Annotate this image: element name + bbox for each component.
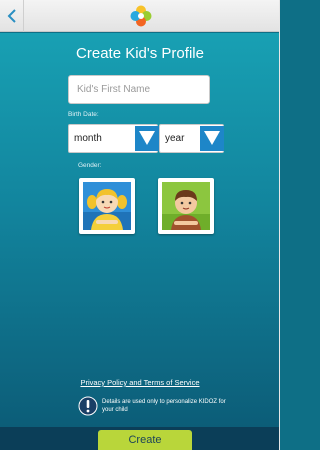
profile-form: Create Kid's Profile Birth Date: month y… — [0, 33, 280, 427]
first-name-input[interactable] — [68, 75, 210, 104]
top-bar — [0, 0, 280, 32]
triangle-down-icon — [139, 131, 155, 145]
gender-label: Gender: — [78, 162, 102, 169]
boy-gender-option[interactable] — [158, 178, 214, 234]
info-exclamation-icon — [78, 396, 98, 416]
scroll-edge — [279, 0, 280, 450]
privacy-note: Details are used only to personalize KID… — [102, 399, 226, 413]
bottom-bar: Create — [0, 427, 280, 450]
boy-avatar-icon — [162, 182, 210, 230]
privacy-policy-link[interactable]: Privacy Policy and Terms of Service — [0, 378, 280, 387]
year-value: year — [165, 133, 185, 144]
triangle-down-icon — [204, 131, 220, 145]
month-value: month — [74, 133, 102, 144]
kidoz-flower-logo — [130, 5, 152, 27]
year-dropdown-arrow[interactable] — [200, 126, 224, 151]
month-dropdown-arrow[interactable] — [135, 126, 159, 151]
month-select[interactable]: month — [68, 124, 159, 153]
page-title: Create Kid's Profile — [76, 45, 204, 62]
chevron-left-icon — [7, 9, 16, 23]
girl-gender-option[interactable] — [79, 178, 135, 234]
back-button[interactable] — [0, 0, 24, 32]
birth-date-label: Birth Date: — [68, 111, 99, 118]
year-select[interactable]: year — [159, 124, 224, 153]
create-button[interactable]: Create — [98, 430, 192, 450]
girl-avatar-icon — [83, 182, 131, 230]
